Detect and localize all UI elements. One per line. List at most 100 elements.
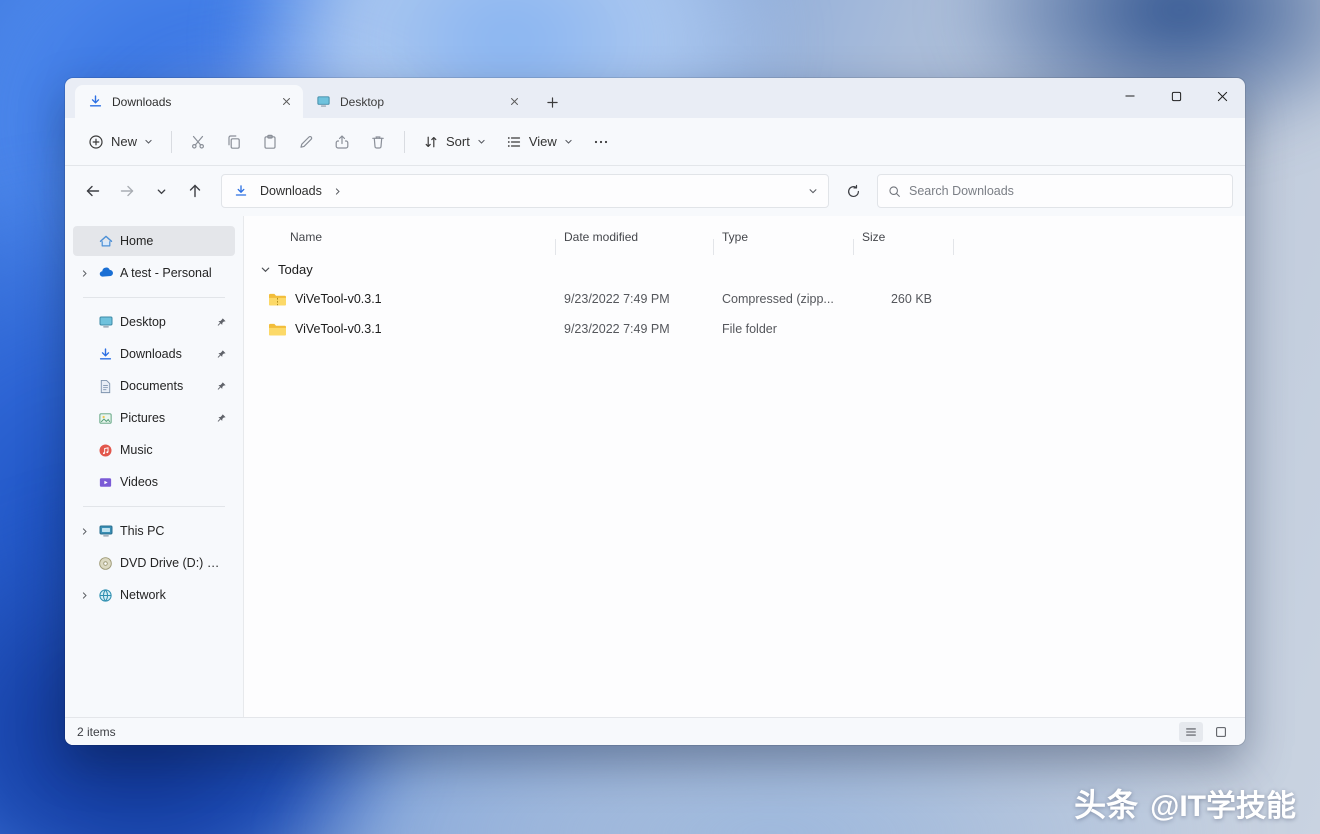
- downloads-location-icon: [232, 183, 249, 200]
- sort-button[interactable]: Sort: [414, 125, 495, 159]
- file-name: ViVeTool-v0.3.1: [295, 322, 382, 336]
- file-date-cell: 9/23/2022 7:49 PM: [556, 292, 714, 306]
- chevron-right-icon[interactable]: [77, 527, 91, 536]
- sidebar-item-home[interactable]: Home: [73, 226, 235, 256]
- large-icons-view-button[interactable]: [1209, 722, 1233, 742]
- back-button[interactable]: [77, 175, 109, 207]
- status-bar: 2 items: [65, 717, 1245, 745]
- up-button[interactable]: [179, 175, 211, 207]
- more-options-button[interactable]: [584, 125, 618, 159]
- cut-icon: [190, 134, 206, 150]
- search-input[interactable]: [909, 184, 1222, 198]
- sidebar-item-onedrive[interactable]: A test - Personal: [73, 258, 235, 288]
- column-header-name[interactable]: Name: [256, 230, 556, 244]
- search-box[interactable]: [877, 174, 1233, 208]
- column-header-size[interactable]: Size: [854, 230, 954, 244]
- chevron-right-icon[interactable]: [77, 269, 91, 278]
- tab-label: Desktop: [340, 95, 497, 109]
- share-button[interactable]: [325, 125, 359, 159]
- new-tab-button[interactable]: [539, 89, 565, 115]
- file-explorer-window: Downloads Desktop: [65, 78, 1245, 745]
- sidebar-item-label: Music: [120, 443, 153, 457]
- chevron-down-icon[interactable]: [260, 264, 271, 275]
- navigation-pane: Home A test - Personal: [65, 216, 243, 717]
- view-toggles: [1179, 722, 1233, 742]
- sidebar-item-label: Documents: [120, 379, 183, 393]
- close-button[interactable]: [1199, 78, 1245, 114]
- file-name: ViVeTool-v0.3.1: [295, 292, 382, 306]
- recent-locations-button[interactable]: [145, 175, 177, 207]
- share-icon: [334, 134, 350, 150]
- paste-button[interactable]: [253, 125, 287, 159]
- sidebar-item-label: Home: [120, 234, 153, 248]
- copy-button[interactable]: [217, 125, 251, 159]
- file-type-cell: File folder: [714, 322, 854, 336]
- paste-icon: [262, 134, 278, 150]
- sidebar-divider: [83, 506, 225, 507]
- sidebar-item-pictures[interactable]: Pictures: [73, 403, 235, 433]
- address-dropdown-icon[interactable]: [808, 186, 818, 196]
- new-icon: [88, 134, 104, 150]
- tab-downloads[interactable]: Downloads: [75, 85, 303, 118]
- sidebar-item-videos[interactable]: Videos: [73, 467, 235, 497]
- tab-desktop[interactable]: Desktop: [303, 85, 531, 118]
- column-header-type[interactable]: Type: [714, 230, 854, 244]
- downloads-icon: [97, 346, 114, 363]
- maximize-button[interactable]: [1153, 78, 1199, 114]
- chevron-down-icon: [144, 137, 153, 146]
- home-icon: [97, 233, 114, 250]
- chevron-right-icon[interactable]: [333, 187, 342, 196]
- group-header-today[interactable]: Today: [256, 254, 1231, 284]
- documents-icon: [97, 378, 114, 395]
- rename-button[interactable]: [289, 125, 323, 159]
- pictures-icon: [97, 410, 114, 427]
- watermark-brand: 头条: [1074, 780, 1138, 826]
- close-tab-icon[interactable]: [277, 93, 295, 111]
- minimize-button[interactable]: [1107, 78, 1153, 114]
- zip-file-icon: [268, 292, 287, 307]
- desktop-icon: [315, 93, 332, 110]
- view-icon: [506, 134, 522, 150]
- sidebar-item-dvd-drive[interactable]: DVD Drive (D:) CCC: [73, 548, 235, 578]
- watermark: 头条 @IT学技能: [1074, 780, 1296, 826]
- tab-label: Downloads: [112, 95, 269, 109]
- sort-icon: [423, 134, 439, 150]
- sidebar-item-documents[interactable]: Documents: [73, 371, 235, 401]
- tab-bar: Downloads Desktop: [65, 78, 1245, 118]
- view-button[interactable]: View: [497, 125, 582, 159]
- file-row-folder[interactable]: ViVeTool-v0.3.1 9/23/2022 7:49 PM File f…: [256, 314, 1231, 344]
- sort-label: Sort: [446, 134, 470, 149]
- dvd-drive-icon: [97, 555, 114, 572]
- sidebar-item-network[interactable]: Network: [73, 580, 235, 610]
- group-label: Today: [278, 262, 313, 277]
- cut-button[interactable]: [181, 125, 215, 159]
- window-controls: [1107, 78, 1245, 114]
- file-name-cell: ViVeTool-v0.3.1: [256, 322, 556, 337]
- chevron-right-icon[interactable]: [77, 591, 91, 600]
- delete-button[interactable]: [361, 125, 395, 159]
- address-bar[interactable]: Downloads: [221, 174, 829, 208]
- refresh-button[interactable]: [837, 175, 869, 207]
- pin-icon: [216, 317, 227, 328]
- sidebar-item-downloads[interactable]: Downloads: [73, 339, 235, 369]
- sidebar-item-this-pc[interactable]: This PC: [73, 516, 235, 546]
- file-row-zip[interactable]: ViVeTool-v0.3.1 9/23/2022 7:49 PM Compre…: [256, 284, 1231, 314]
- column-header-date-modified[interactable]: Date modified: [556, 230, 714, 244]
- file-date-cell: 9/23/2022 7:49 PM: [556, 322, 714, 336]
- view-label: View: [529, 134, 557, 149]
- item-count: 2 items: [77, 725, 116, 739]
- toolbar-divider: [171, 131, 172, 153]
- sidebar-item-label: Desktop: [120, 315, 166, 329]
- folder-icon: [268, 322, 287, 337]
- details-view-button[interactable]: [1179, 722, 1203, 742]
- sidebar-item-music[interactable]: Music: [73, 435, 235, 465]
- new-button[interactable]: New: [79, 125, 162, 159]
- forward-button[interactable]: [111, 175, 143, 207]
- sidebar-item-desktop[interactable]: Desktop: [73, 307, 235, 337]
- breadcrumb-downloads[interactable]: Downloads: [256, 182, 326, 200]
- sidebar-item-label: DVD Drive (D:) CCC: [120, 556, 227, 570]
- sidebar-item-label: Network: [120, 588, 166, 602]
- toolbar-divider: [404, 131, 405, 153]
- close-tab-icon[interactable]: [505, 93, 523, 111]
- column-headers: Name Date modified Type Size: [256, 220, 1231, 254]
